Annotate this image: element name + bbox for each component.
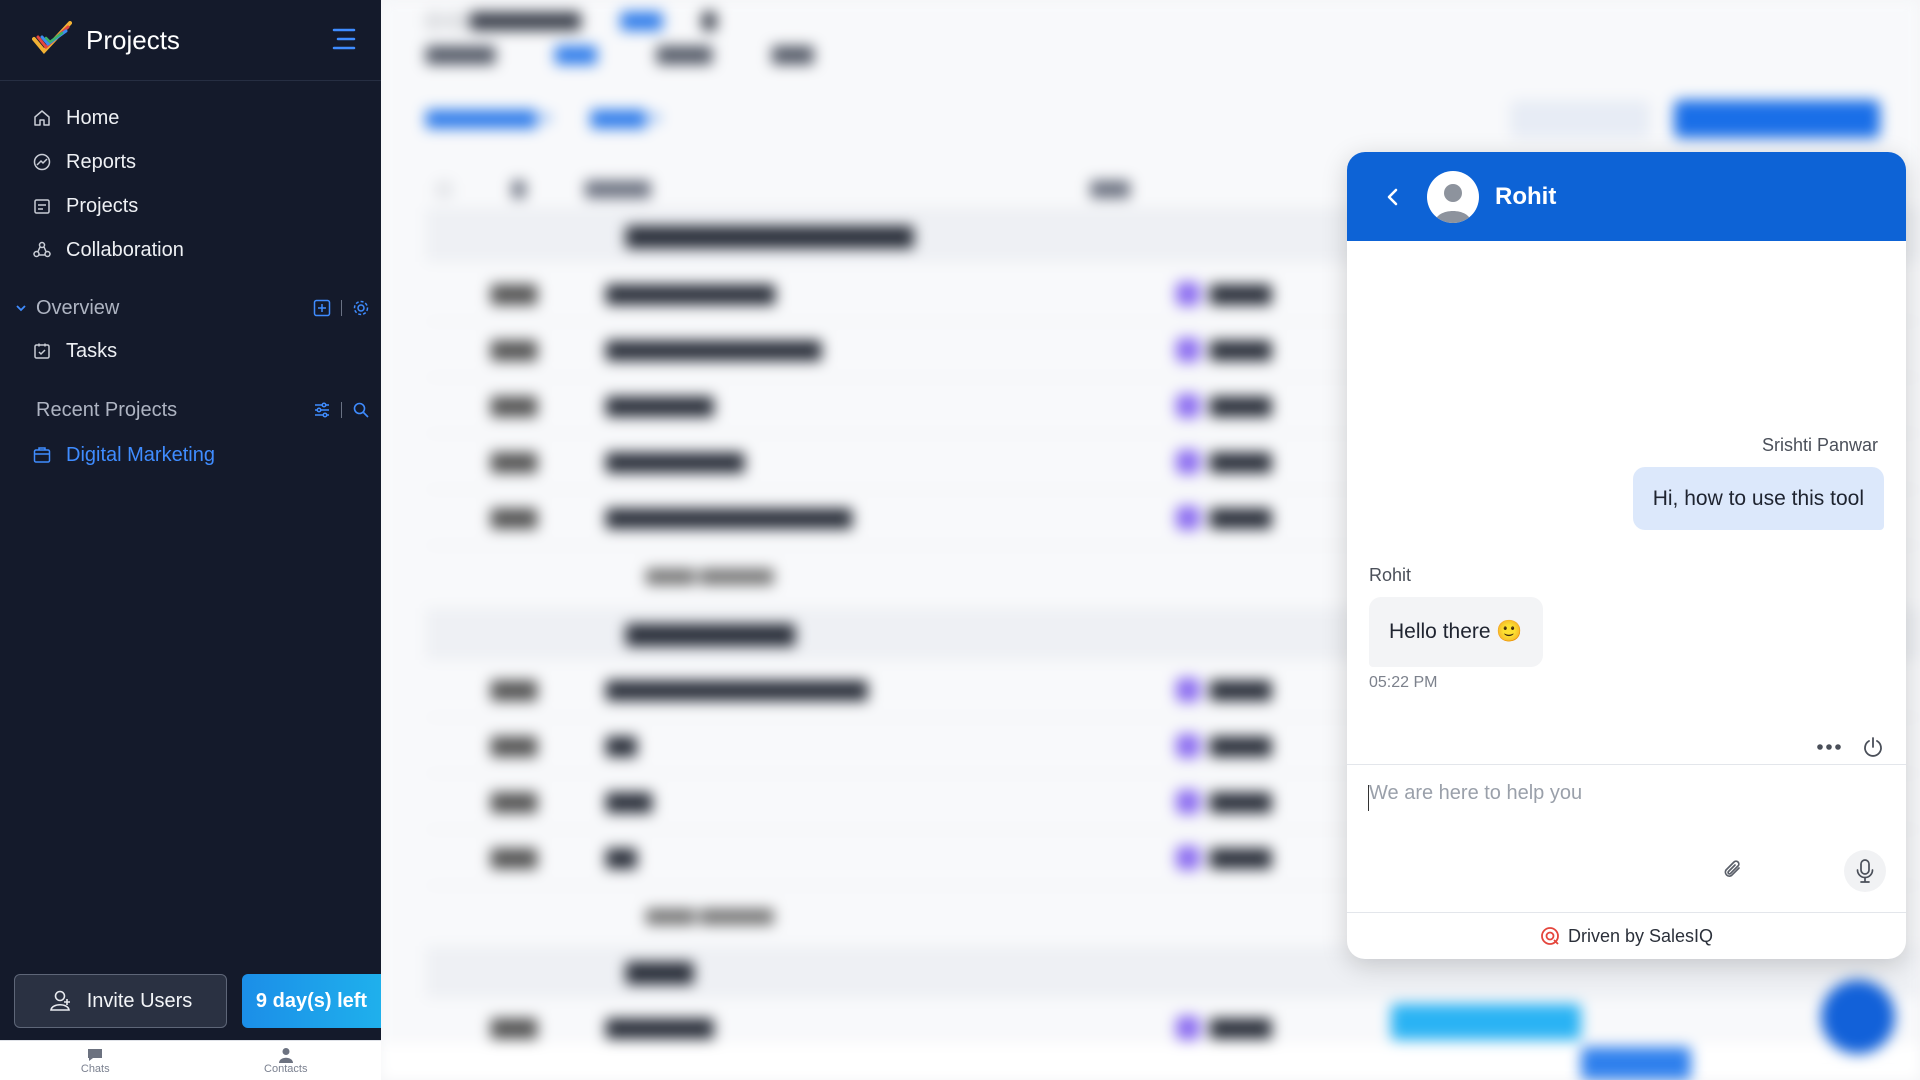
recent-projects-header: Recent Projects xyxy=(14,395,370,425)
invite-users-label: Invite Users xyxy=(86,989,193,1012)
projects-icon xyxy=(34,199,50,214)
brand-title: Projects xyxy=(86,24,180,55)
microphone-icon xyxy=(1856,859,1874,883)
search-icon[interactable] xyxy=(352,401,370,419)
bg-sub-tabs: ▇▇▇▇▇ ▇▇▇ ▇▇▇▇ ▇▇▇ xyxy=(426,44,814,64)
back-button[interactable] xyxy=(1375,179,1411,215)
sidebar-item-collaboration[interactable]: Collaboration xyxy=(32,235,184,265)
bg-filter-row: ▇▇▇▇▇▇▇▇ ▾ ▇▇▇▇ ▾ xyxy=(426,108,661,128)
tab-chats[interactable]: Chats xyxy=(0,1041,191,1080)
tasks-icon xyxy=(34,343,50,359)
bg-chat-launcher xyxy=(1821,980,1895,1054)
agent-name: Rohit xyxy=(1495,182,1557,210)
bg-project-tabs: ▢ ▢ ▇▇▇▇▇▇▇▇ ▇▇▇ ▇ xyxy=(426,10,717,30)
bg-status-chip xyxy=(1391,1004,1581,1040)
message-timestamp: 05:22 PM xyxy=(1369,674,1438,691)
chat-footer: Driven by SalesIQ xyxy=(1347,912,1906,959)
chat-input-divider xyxy=(1347,764,1906,765)
voice-record-button[interactable] xyxy=(1844,850,1886,892)
salesiq-logo-icon xyxy=(1541,927,1559,945)
more-options-icon[interactable] xyxy=(1814,732,1844,762)
collapse-menu-icon[interactable] xyxy=(330,28,356,52)
tab-contacts-label: Contacts xyxy=(264,1062,308,1075)
message-bubble-incoming: Hello there 🙂 xyxy=(1369,597,1543,667)
agent-avatar xyxy=(1427,170,1479,223)
projects-logo-icon xyxy=(32,20,72,60)
sidebar-item-label: Collaboration xyxy=(66,238,184,261)
sidebar-item-label: Reports xyxy=(66,150,137,173)
sidebar-divider xyxy=(0,80,381,81)
powered-by-label: Driven by SalesIQ xyxy=(1567,925,1714,946)
recent-projects-title: Recent Projects xyxy=(36,398,178,421)
chevron-left-icon xyxy=(1387,188,1398,205)
reports-icon xyxy=(33,153,51,171)
brand[interactable]: Projects xyxy=(32,20,180,60)
tool-separator xyxy=(341,300,342,316)
chat-header: Rohit xyxy=(1347,152,1906,241)
sidebar-item-projects[interactable]: Projects xyxy=(32,191,138,221)
filter-sliders-icon[interactable] xyxy=(313,401,331,419)
tab-contacts[interactable]: Contacts xyxy=(191,1041,382,1080)
message-sender-agent: Rohit xyxy=(1369,565,1412,585)
tool-separator xyxy=(341,402,342,418)
sidebar-item-label: Tasks xyxy=(66,339,118,362)
bg-footer-bar xyxy=(381,1040,1920,1080)
sidebar: Projects Home Reports Projects Collabora… xyxy=(0,0,381,1080)
user-silhouette-icon xyxy=(1435,183,1471,223)
overview-title: Overview xyxy=(36,296,120,319)
project-folder-icon xyxy=(33,447,51,463)
overview-section-header[interactable]: Overview xyxy=(14,293,370,323)
bg-action-buttons xyxy=(1510,100,1880,138)
sidebar-item-label: Projects xyxy=(66,194,139,217)
bg-add-link: ▇▇▇▇ ▇▇▇▇▇▇ xyxy=(646,908,774,925)
home-icon xyxy=(34,110,50,126)
add-user-icon xyxy=(49,990,70,1011)
message-bubble-outgoing: Hi, how to use this tool xyxy=(1632,467,1884,530)
sidebar-item-reports[interactable]: Reports xyxy=(32,147,136,177)
paperclip-icon xyxy=(1724,860,1740,877)
sidebar-item-digital-marketing[interactable]: Digital Marketing xyxy=(32,440,215,470)
invite-users-button[interactable]: Invite Users xyxy=(14,974,227,1028)
message-sender-me: Srishti Panwar xyxy=(1761,435,1878,455)
sidebar-item-home[interactable]: Home xyxy=(32,103,119,133)
chat-message-input[interactable] xyxy=(1369,782,1869,852)
collaboration-icon xyxy=(33,241,51,258)
gear-icon[interactable] xyxy=(352,299,370,317)
attach-file-button[interactable] xyxy=(1715,852,1751,888)
salesiq-chat-window: Rohit Srishti Panwar Hi, how to use this… xyxy=(1347,152,1906,959)
add-square-icon[interactable] xyxy=(313,299,331,317)
tab-chats-label: Chats xyxy=(80,1062,110,1075)
sidebar-item-label: Home xyxy=(66,106,120,129)
sidebar-item-tasks[interactable]: Tasks xyxy=(32,336,117,366)
bottom-tab-bar: Chats Contacts xyxy=(0,1040,381,1080)
end-chat-power-icon[interactable] xyxy=(1858,732,1888,762)
trial-days-left-button[interactable]: 9 day(s) left xyxy=(242,974,381,1028)
contact-person-icon xyxy=(278,1047,293,1063)
bg-add-link: ▇▇▇▇ ▇▇▇▇▇▇ xyxy=(646,568,774,585)
sidebar-item-label: Digital Marketing xyxy=(66,443,215,466)
chat-bubble-icon xyxy=(88,1048,103,1061)
chevron-down-icon xyxy=(16,305,26,312)
